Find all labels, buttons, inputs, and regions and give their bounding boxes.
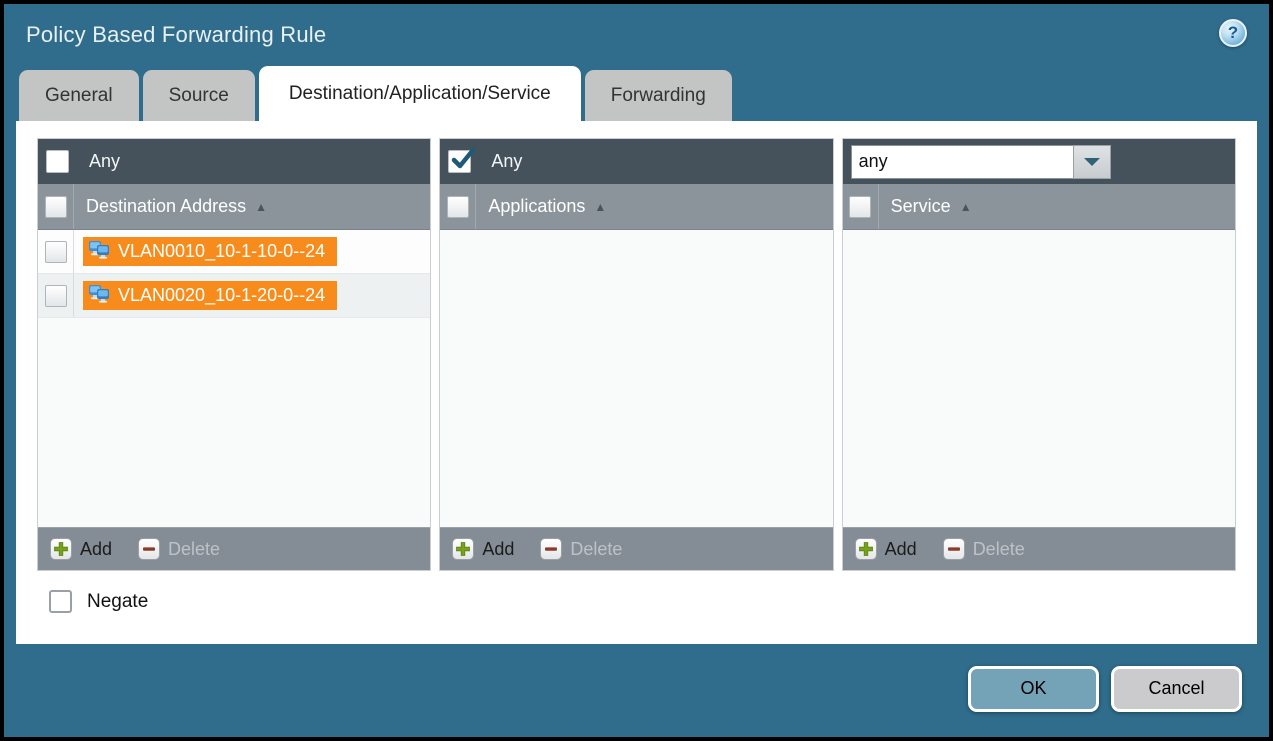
cancel-button[interactable]: Cancel xyxy=(1111,666,1242,712)
service-select-all-checkbox[interactable] xyxy=(849,196,871,218)
table-row: VLAN0010_10-1-10-0--24 xyxy=(38,230,430,274)
destination-column-header[interactable]: Destination Address ▲ xyxy=(38,184,430,230)
table-row: VLAN0020_10-1-20-0--24 xyxy=(38,274,430,318)
applications-list xyxy=(440,230,832,527)
destination-any-checkbox[interactable] xyxy=(46,150,69,173)
service-list xyxy=(843,230,1235,527)
applications-any-label: Any xyxy=(491,151,522,172)
tab-destination-application-service[interactable]: Destination/Application/Service xyxy=(259,66,581,121)
destination-list: VLAN0010_10-1-10-0--24 xyxy=(38,230,430,527)
minus-icon xyxy=(540,538,562,560)
service-dropdown: any xyxy=(851,145,1111,179)
delete-button[interactable]: Delete xyxy=(138,538,220,560)
service-header-label: Service xyxy=(891,196,951,217)
tab-general[interactable]: General xyxy=(19,70,139,121)
delete-button-label: Delete xyxy=(570,539,622,560)
add-button-label: Add xyxy=(80,539,112,560)
destination-header-label: Destination Address xyxy=(86,196,246,217)
address-object-icon xyxy=(88,239,112,264)
titlebar: Policy Based Forwarding Rule ? xyxy=(4,4,1269,66)
policy-based-forwarding-dialog: Policy Based Forwarding Rule ? General S… xyxy=(0,0,1273,741)
applications-any-checkbox[interactable] xyxy=(448,150,471,173)
content-panel: Any Destination Address ▲ xyxy=(16,121,1257,644)
applications-any-row: Any xyxy=(440,139,832,184)
service-dropdown-row: any xyxy=(843,139,1235,184)
service-dropdown-value[interactable]: any xyxy=(851,145,1073,179)
address-object-icon xyxy=(88,283,112,308)
negate-checkbox[interactable] xyxy=(49,590,72,613)
address-object-label: VLAN0010_10-1-10-0--24 xyxy=(118,241,325,262)
applications-toolbar: Add Delete xyxy=(440,527,832,570)
applications-header-label: Applications xyxy=(488,196,585,217)
sort-ascending-icon: ▲ xyxy=(594,201,606,213)
help-icon[interactable]: ? xyxy=(1219,19,1247,47)
delete-button-label: Delete xyxy=(973,539,1025,560)
service-column-header[interactable]: Service ▲ xyxy=(843,184,1235,230)
applications-column: Any Applications ▲ xyxy=(439,138,833,571)
service-toolbar: Add Delete xyxy=(843,527,1235,570)
plus-icon xyxy=(50,538,72,560)
delete-button[interactable]: Delete xyxy=(943,538,1025,560)
destination-any-label: Any xyxy=(89,151,120,172)
chevron-down-icon[interactable] xyxy=(1073,145,1111,179)
tab-forwarding[interactable]: Forwarding xyxy=(585,70,732,121)
tab-source[interactable]: Source xyxy=(143,70,255,121)
add-button[interactable]: Add xyxy=(855,538,917,560)
destination-address-column: Any Destination Address ▲ xyxy=(37,138,431,571)
row-checkbox[interactable] xyxy=(45,285,67,307)
applications-column-header[interactable]: Applications ▲ xyxy=(440,184,832,230)
service-column: any Service ▲ xyxy=(842,138,1236,571)
address-object-vlan0020[interactable]: VLAN0020_10-1-20-0--24 xyxy=(83,281,337,310)
plus-icon xyxy=(452,538,474,560)
negate-label: Negate xyxy=(87,591,148,613)
tab-bar: General Source Destination/Application/S… xyxy=(4,66,1269,121)
delete-button[interactable]: Delete xyxy=(540,538,622,560)
add-button[interactable]: Add xyxy=(50,538,112,560)
destination-toolbar: Add Delete xyxy=(38,527,430,570)
destination-any-row: Any xyxy=(38,139,430,184)
minus-icon xyxy=(943,538,965,560)
address-object-label: VLAN0020_10-1-20-0--24 xyxy=(118,285,325,306)
negate-row: Negate xyxy=(37,590,1236,613)
sort-ascending-icon: ▲ xyxy=(960,201,972,213)
add-button[interactable]: Add xyxy=(452,538,514,560)
delete-button-label: Delete xyxy=(168,539,220,560)
add-button-label: Add xyxy=(482,539,514,560)
minus-icon xyxy=(138,538,160,560)
ok-button[interactable]: OK xyxy=(968,666,1099,712)
dialog-footer: OK Cancel xyxy=(4,640,1269,737)
columns-container: Any Destination Address ▲ xyxy=(37,138,1236,571)
destination-select-all-checkbox[interactable] xyxy=(45,196,67,218)
add-button-label: Add xyxy=(885,539,917,560)
row-checkbox[interactable] xyxy=(45,241,67,263)
plus-icon xyxy=(855,538,877,560)
sort-ascending-icon: ▲ xyxy=(255,201,267,213)
applications-select-all-checkbox[interactable] xyxy=(447,196,469,218)
dialog-title: Policy Based Forwarding Rule xyxy=(26,22,1245,48)
address-object-vlan0010[interactable]: VLAN0010_10-1-10-0--24 xyxy=(83,237,337,266)
